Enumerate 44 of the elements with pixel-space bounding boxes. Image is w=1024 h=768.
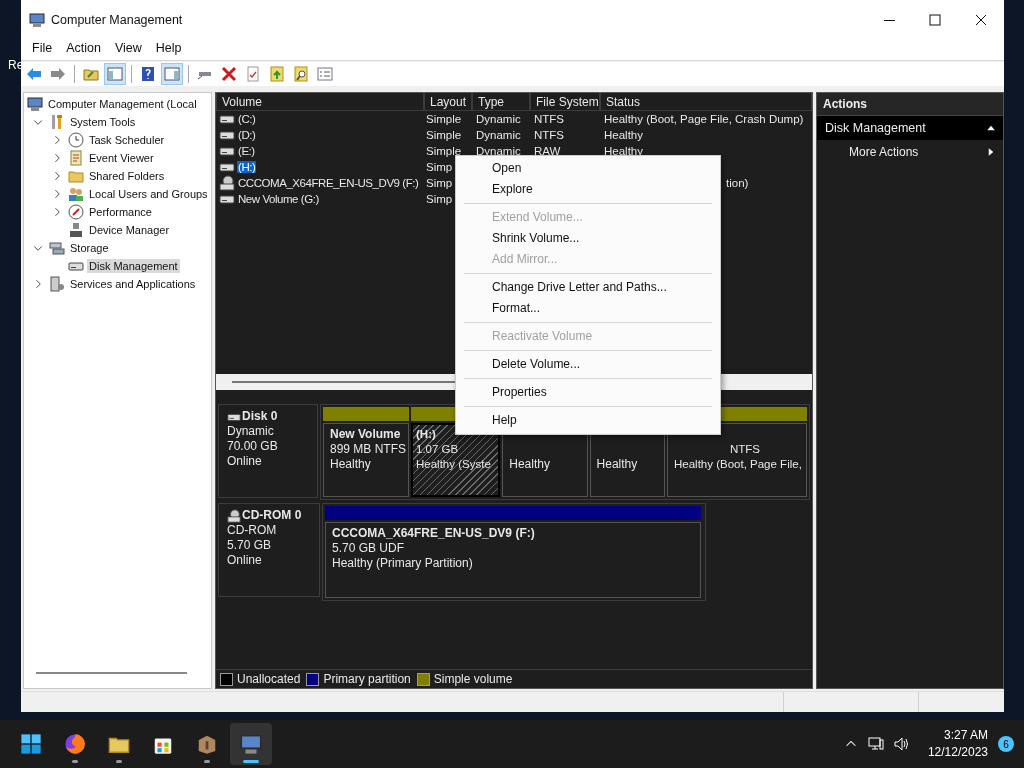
table-cell: Simple <box>426 129 462 141</box>
partition-size: NTFS <box>730 443 760 455</box>
partition-title: (H:) <box>416 428 436 440</box>
table-cell: Dynamic <box>476 113 521 125</box>
table-cell: Simp <box>426 193 453 205</box>
table-cell: Dynamic <box>476 145 521 157</box>
legend-label: Unallocated <box>237 672 301 686</box>
action-label: More Actions <box>849 145 919 159</box>
disk-info: Online <box>227 454 263 469</box>
table-cell: NTFS <box>534 129 565 141</box>
table-cell: Simple <box>426 145 462 157</box>
legend-label: Simple volume <box>433 672 513 686</box>
partition-size: 5.70 GB UDF <box>332 541 405 555</box>
legend-label: Primary partition <box>323 672 411 686</box>
partition-size: 899 MB NTFS <box>330 442 407 456</box>
table-cell: NTFS <box>534 113 565 125</box>
partition-status: Healthy (Boot, Page File, <box>674 458 802 470</box>
disk-info: 5.70 GB <box>227 538 273 553</box>
disk-info: Dynamic <box>227 424 275 439</box>
section-title: Disk Management <box>825 121 926 135</box>
table-cell: Simple <box>426 113 462 125</box>
partition-title: New Volume <box>330 427 401 441</box>
actions-header: Actions <box>817 93 1003 116</box>
disk-info: Online <box>227 553 263 568</box>
partition-status: Healthy (Primary Partition) <box>332 556 473 570</box>
partition-status: Healthy <box>509 457 550 471</box>
table-cell: Dynamic <box>476 129 521 141</box>
disk-info: CD-ROM <box>227 523 278 538</box>
table-cell: Simp <box>426 177 453 189</box>
disk-info: 70.00 GB <box>227 439 279 454</box>
window-title: Computer Management <box>51 13 183 27</box>
partition-status: Healthy <box>330 457 371 471</box>
partition-size: 1.07 GB <box>416 443 459 455</box>
partition-title: CCCOMA_X64FRE_EN-US_DV9 (F:) <box>332 526 535 540</box>
partition-status: Healthy <box>596 457 638 471</box>
partition-status: Healthy (Syste <box>416 458 491 470</box>
disk-name: Disk 0 <box>242 409 278 424</box>
table-cell: Simp <box>426 161 453 173</box>
disk-name: CD-ROM 0 <box>242 508 302 523</box>
table-cell: Healthy <box>604 129 643 141</box>
table-cell: Healthy <box>604 145 643 157</box>
table-cell: RAW <box>534 145 561 157</box>
table-cell: tion) <box>726 177 749 189</box>
table-cell: Healthy (Boot, Page File, Crash Dump) <box>604 113 804 125</box>
